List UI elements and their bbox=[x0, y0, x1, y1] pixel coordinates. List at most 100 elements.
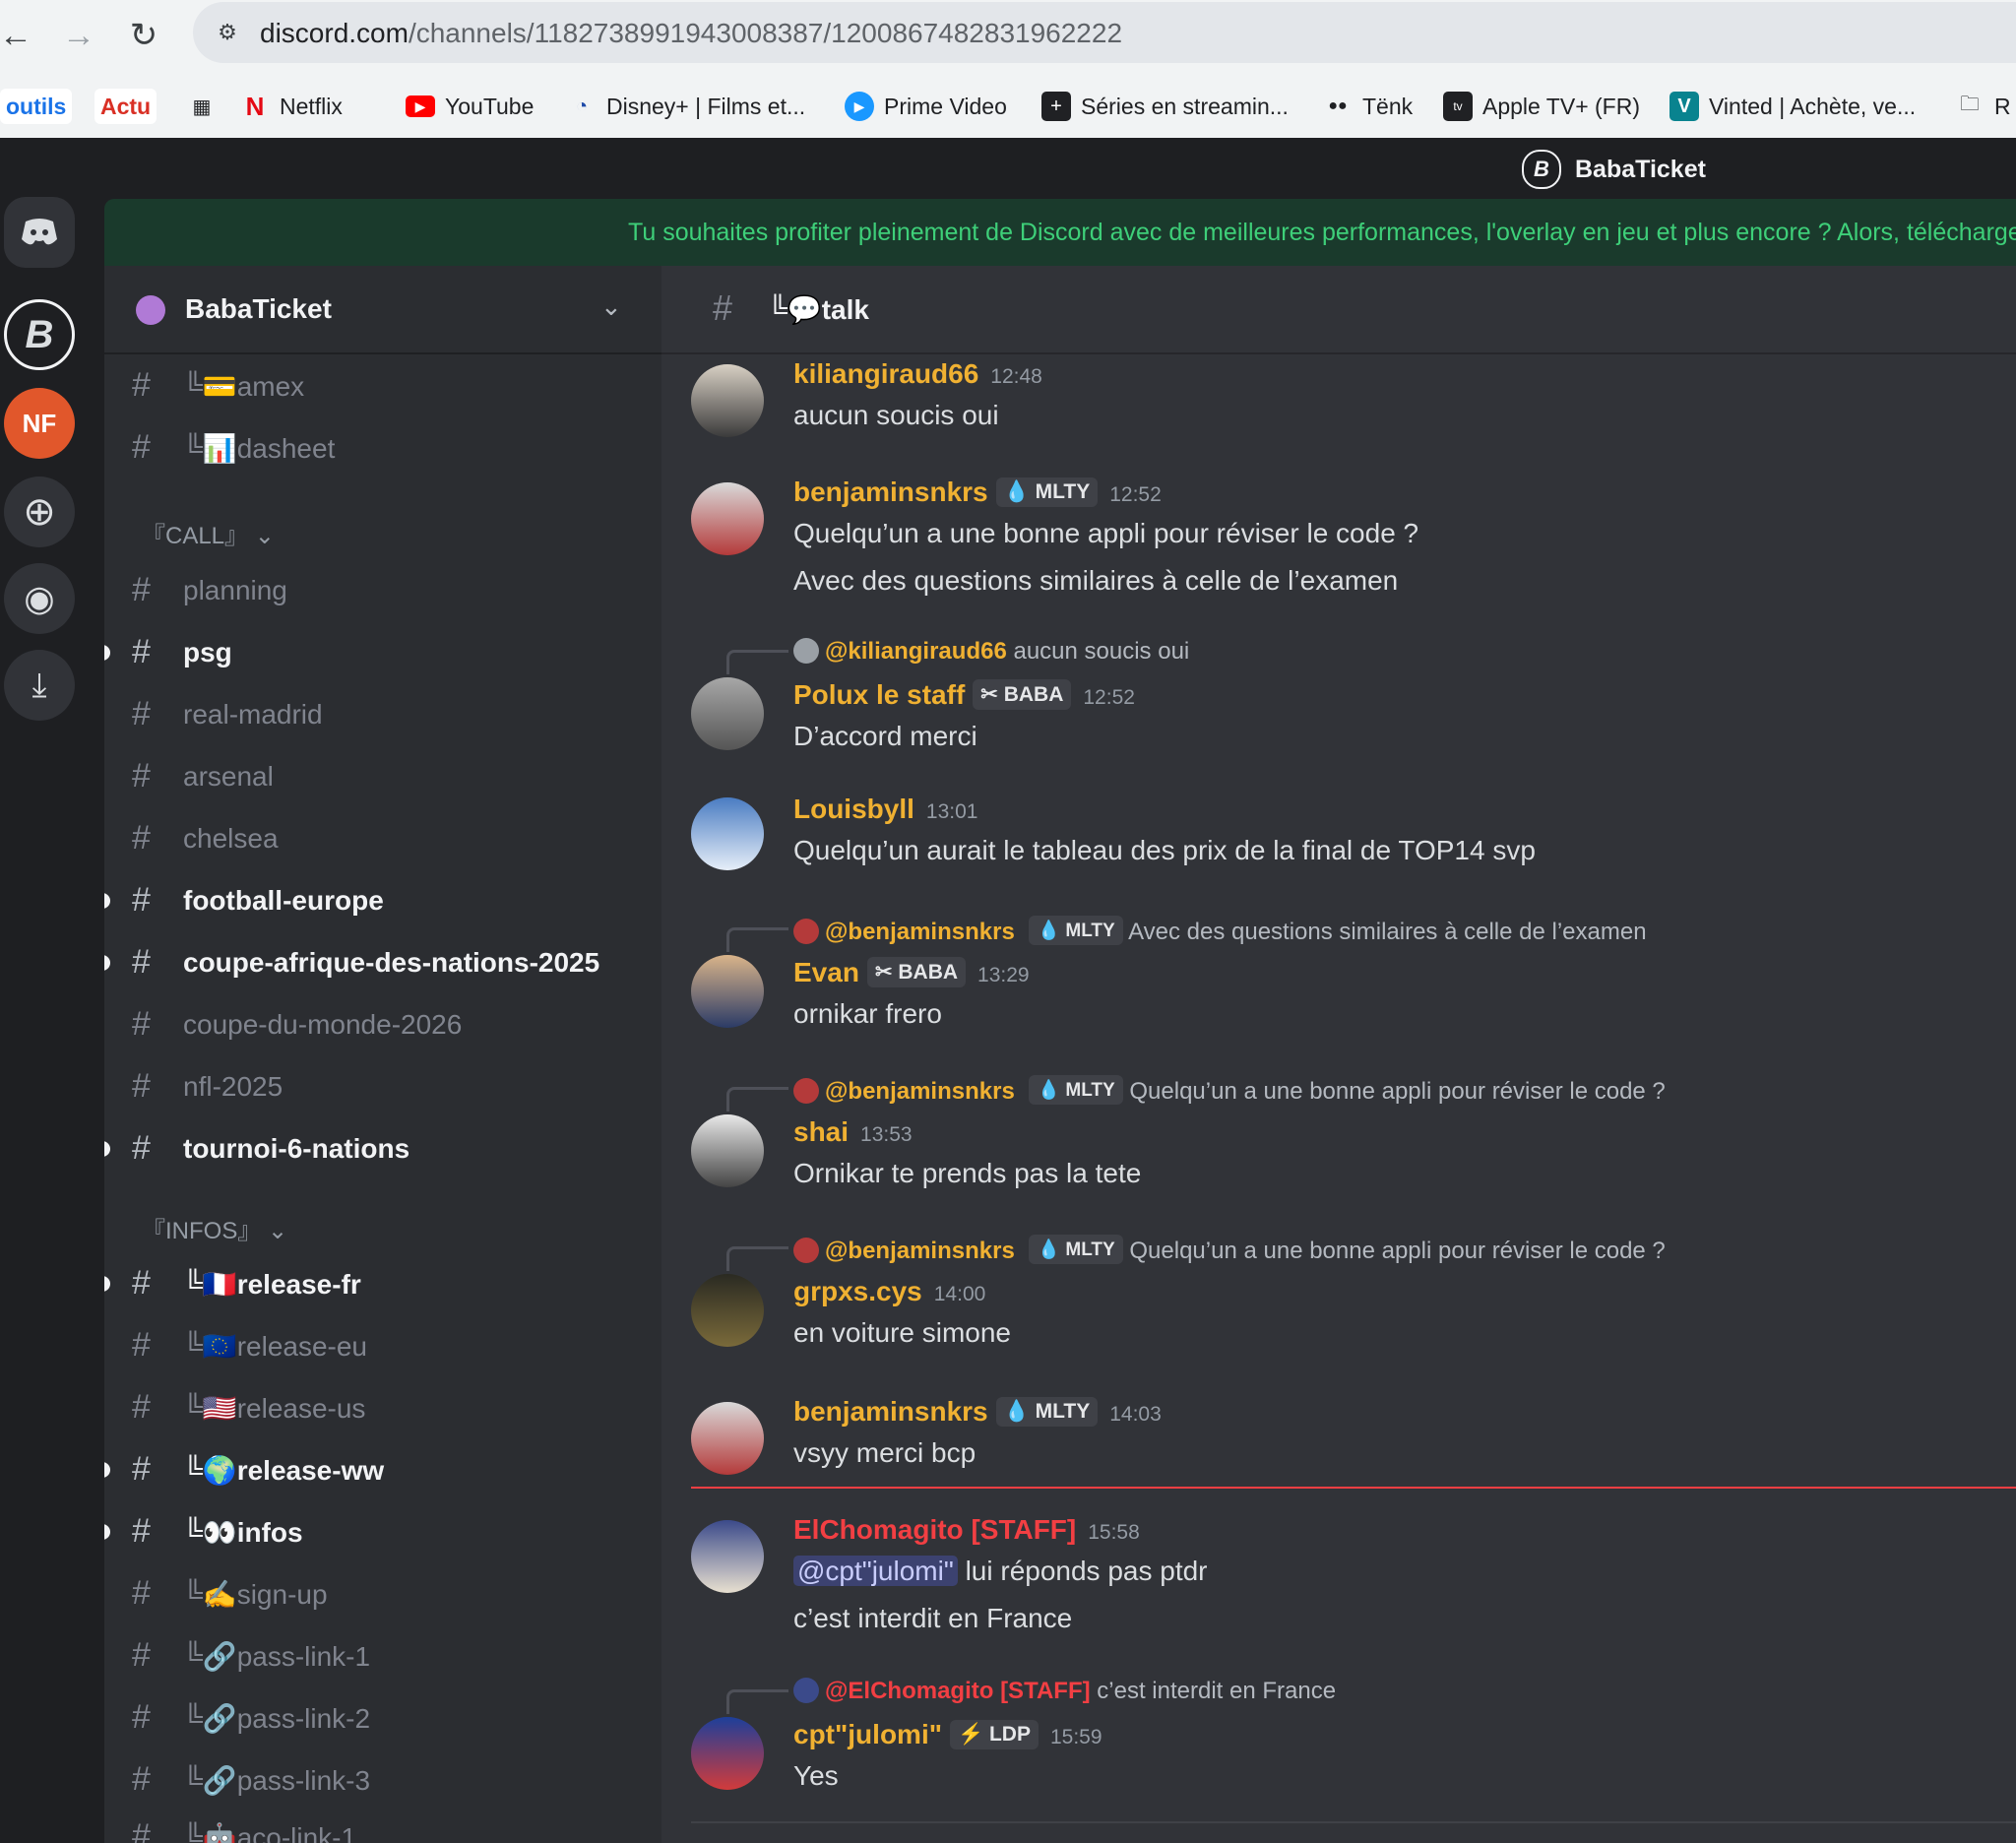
category-infos[interactable]: 『INFOS』 ⌄ bbox=[142, 1211, 536, 1250]
reply-avatar bbox=[793, 1238, 819, 1263]
channel-item[interactable]: # nfl-2025 bbox=[104, 1059, 662, 1114]
reply-preview[interactable]: @benjaminsnkrs 💧 MLTY Avec des questions… bbox=[793, 916, 1647, 946]
reply-preview[interactable]: @ElChomagito [STAFF] c’est interdit en F… bbox=[793, 1678, 1336, 1705]
channel-item[interactable]: # ╚📊dasheet bbox=[104, 420, 662, 476]
bookmark-netflix[interactable]: N Netflix bbox=[240, 89, 343, 124]
hash-icon: # bbox=[132, 1636, 151, 1674]
bookmark-vinted[interactable]: V Vinted | Achète, ve... bbox=[1670, 89, 1916, 124]
timestamp: 13:29 bbox=[977, 964, 1030, 986]
avatar[interactable] bbox=[691, 955, 764, 1028]
category-call[interactable]: 『CALL』 ⌄ bbox=[142, 516, 536, 555]
username[interactable]: Louisbyll bbox=[793, 794, 914, 824]
username[interactable]: ElChomagito [STAFF] bbox=[793, 1514, 1076, 1545]
bookmark-series[interactable]: + Séries en streamin... bbox=[1041, 89, 1289, 124]
hash-icon: # bbox=[132, 1450, 151, 1488]
channel-item[interactable]: # ╚✍sign-up bbox=[104, 1566, 662, 1621]
avatar[interactable] bbox=[691, 482, 764, 555]
hash-icon: # bbox=[713, 287, 733, 328]
hash-icon: # bbox=[132, 1264, 151, 1302]
avatar[interactable] bbox=[691, 1274, 764, 1347]
channel-item[interactable]: # ╚👀infos bbox=[104, 1504, 662, 1559]
chat-input-edge bbox=[691, 1821, 2016, 1823]
chevron-down-icon[interactable]: ⌄ bbox=[600, 291, 622, 322]
unread-indicator bbox=[104, 1276, 110, 1292]
bookmark-youtube[interactable]: ▶ YouTube bbox=[406, 89, 534, 124]
channel-item[interactable]: # ╚🇺🇸release-us bbox=[104, 1380, 662, 1435]
hash-icon: # bbox=[132, 1512, 151, 1550]
username[interactable]: benjaminsnkrs bbox=[793, 1396, 988, 1427]
address-bar[interactable]: ⚙ discord.com/channels/11827389919430083… bbox=[193, 2, 2016, 63]
user-mention[interactable]: @cpt"julomi" bbox=[793, 1556, 958, 1586]
avatar[interactable] bbox=[691, 1402, 764, 1475]
channel-item[interactable]: # ╚🔗pass-link-2 bbox=[104, 1690, 662, 1746]
channel-item[interactable]: # football-europe bbox=[104, 873, 662, 928]
channel-item[interactable]: # tournoi-6-nations bbox=[104, 1121, 662, 1176]
reply-preview[interactable]: @kiliangiraud66 aucun soucis oui bbox=[793, 638, 1189, 666]
channel-item[interactable]: # chelsea bbox=[104, 811, 662, 866]
browser-toolbar: ← → ↻ ⚙ discord.com/channels/11827389919… bbox=[0, 0, 2016, 139]
username[interactable]: shai bbox=[793, 1116, 849, 1147]
server-babaticket-icon[interactable]: B bbox=[4, 299, 75, 370]
avatar[interactable] bbox=[691, 797, 764, 870]
bookmark-folder[interactable]: 🗀 R bbox=[1955, 89, 2011, 124]
reload-icon[interactable]: ↻ bbox=[122, 14, 165, 57]
forward-arrow-icon[interactable]: → bbox=[57, 14, 100, 57]
channel-item[interactable]: # coupe-du-monde-2026 bbox=[104, 997, 662, 1052]
channel-item[interactable]: # ╚💳amex bbox=[104, 358, 662, 413]
avatar[interactable] bbox=[691, 364, 764, 437]
username[interactable]: benjaminsnkrs bbox=[793, 477, 988, 507]
url-text[interactable]: discord.com/channels/1182738991943008387… bbox=[260, 18, 1122, 49]
channel-item[interactable]: # ╚🔗pass-link-3 bbox=[104, 1752, 662, 1808]
timestamp: 14:00 bbox=[933, 1283, 986, 1305]
bookmark-outils[interactable]: outils bbox=[0, 89, 73, 124]
channel-item[interactable]: # ╚🇪🇺release-eu bbox=[104, 1318, 662, 1373]
site-settings-icon[interactable]: ⚙ bbox=[211, 16, 244, 49]
apps-grid-icon[interactable]: ▦ bbox=[187, 89, 226, 124]
bookmark-apple-tv[interactable]: tv Apple TV+ (FR) bbox=[1443, 89, 1640, 124]
username[interactable]: cpt"julomi" bbox=[793, 1719, 942, 1749]
avatar[interactable] bbox=[691, 677, 764, 750]
channel-item[interactable]: # real-madrid bbox=[104, 687, 662, 742]
channel-item[interactable]: # ╚🤖aco-link-1 bbox=[104, 1810, 662, 1843]
reply-preview[interactable]: @benjaminsnkrs 💧 MLTY Quelqu’un a une bo… bbox=[793, 1075, 1666, 1106]
message-text: ornikar frero bbox=[793, 998, 942, 1029]
bookmark-actu[interactable]: Actu bbox=[94, 89, 158, 124]
download-icon[interactable]: ⤓ bbox=[4, 650, 75, 721]
avatar[interactable] bbox=[691, 1114, 764, 1187]
channel-item[interactable]: # ╚🔗pass-link-1 bbox=[104, 1628, 662, 1684]
hash-icon: # bbox=[132, 695, 151, 732]
username[interactable]: Polux le staff bbox=[793, 679, 965, 710]
channel-item[interactable]: # ╚🌍release-ww bbox=[104, 1442, 662, 1497]
message-text: Quelqu’un aurait le tableau des prix de … bbox=[793, 835, 1536, 865]
reply-spine bbox=[726, 1689, 788, 1714]
back-arrow-icon[interactable]: ← bbox=[0, 14, 37, 57]
discord-home-icon[interactable] bbox=[4, 197, 75, 268]
channel-item[interactable]: # planning bbox=[104, 563, 662, 618]
timestamp: 12:48 bbox=[990, 365, 1042, 388]
server-restock-icon[interactable]: NF bbox=[4, 388, 75, 459]
dots-icon: ●● bbox=[1328, 97, 1348, 114]
server-rail: B NF ⊕ ◉ ⤓ bbox=[0, 197, 79, 1843]
server-logo-icon: B bbox=[1522, 150, 1561, 189]
reply-preview[interactable]: @benjaminsnkrs 💧 MLTY Quelqu’un a une bo… bbox=[793, 1235, 1666, 1265]
username[interactable]: Evan bbox=[793, 957, 859, 987]
avatar[interactable] bbox=[691, 1717, 764, 1790]
message-text: en voiture simone bbox=[793, 1317, 1012, 1348]
channel-item[interactable]: # coupe-afrique-des-nations-2025 bbox=[104, 935, 662, 990]
bookmark-disney[interactable]: ◔ Disney+ | Films et... bbox=[567, 89, 805, 124]
channel-item[interactable]: # ╚🇫🇷release-fr bbox=[104, 1256, 662, 1311]
channel-item[interactable]: # arsenal bbox=[104, 749, 662, 804]
guild-header[interactable]: BabaTicket ⌄ bbox=[104, 266, 662, 354]
username[interactable]: kiliangiraud66 bbox=[793, 358, 978, 389]
unread-indicator bbox=[104, 1462, 110, 1478]
bookmark-prime-video[interactable]: ▶ Prime Video bbox=[845, 89, 1007, 124]
chat-header: # ╚💬talk bbox=[662, 266, 2016, 354]
add-server-icon[interactable]: ⊕ bbox=[4, 477, 75, 547]
timestamp: 14:03 bbox=[1109, 1403, 1162, 1426]
bookmark-tenk[interactable]: ●● Tënk bbox=[1323, 89, 1413, 124]
avatar[interactable] bbox=[691, 1520, 764, 1593]
username[interactable]: grpxs.cys bbox=[793, 1276, 922, 1306]
explore-compass-icon[interactable]: ◉ bbox=[4, 563, 75, 634]
channel-item[interactable]: # psg bbox=[104, 625, 662, 680]
reply-avatar bbox=[793, 919, 819, 944]
